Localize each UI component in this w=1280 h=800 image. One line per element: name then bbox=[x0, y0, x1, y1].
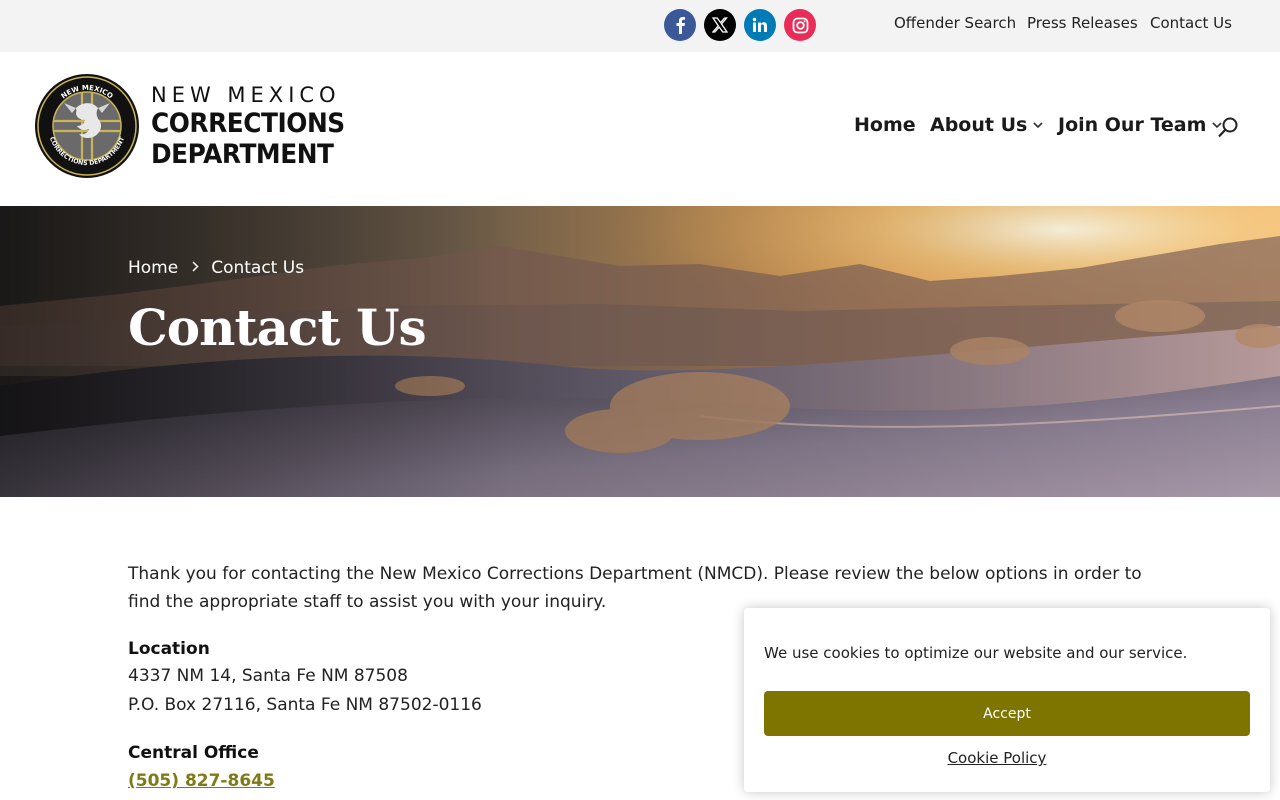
hero-banner: Home Contact Us Contact Us bbox=[0, 206, 1280, 497]
nav-join-our-team[interactable]: Join Our Team bbox=[1058, 114, 1222, 136]
nav-join-label: Join Our Team bbox=[1058, 114, 1207, 136]
logo-line-2: CORRECTIONS bbox=[151, 108, 345, 139]
breadcrumb-home-link[interactable]: Home bbox=[128, 258, 178, 278]
offender-search-link[interactable]: Offender Search bbox=[894, 14, 1016, 32]
nav-home-label: Home bbox=[854, 114, 916, 136]
logo-wordmark[interactable]: NEW MEXICO CORRECTIONS DEPARTMENT bbox=[151, 82, 362, 170]
breadcrumb-current: Contact Us bbox=[211, 258, 305, 278]
top-bar: Offender Search Press Releases Contact U… bbox=[0, 0, 1280, 52]
cookie-policy-link[interactable]: Cookie Policy bbox=[744, 749, 1250, 767]
logo-line-3: DEPARTMENT bbox=[151, 139, 334, 170]
press-releases-link[interactable]: Press Releases bbox=[1027, 14, 1138, 32]
facebook-icon[interactable] bbox=[664, 9, 696, 41]
cookie-accept-button[interactable]: Accept bbox=[764, 691, 1250, 736]
x-icon[interactable] bbox=[704, 9, 736, 41]
chevron-down-icon bbox=[1033, 118, 1043, 132]
nav-about-us[interactable]: About Us bbox=[930, 114, 1043, 136]
nav-home[interactable]: Home bbox=[854, 114, 916, 136]
chevron-right-icon bbox=[192, 260, 199, 276]
linkedin-icon[interactable] bbox=[744, 9, 776, 41]
breadcrumb: Home Contact Us bbox=[128, 258, 304, 278]
cookie-message: We use cookies to optimize our website a… bbox=[764, 644, 1188, 662]
cookie-consent-dialog: We use cookies to optimize our website a… bbox=[744, 608, 1270, 792]
logo-line-1: NEW MEXICO bbox=[151, 83, 341, 107]
page-title: Contact Us bbox=[128, 298, 427, 357]
site-header: NEW MEXICO CORRECTIONS DEPARTMENT NEW ME… bbox=[0, 52, 1280, 206]
search-icon[interactable] bbox=[1216, 116, 1240, 140]
nav-about-label: About Us bbox=[930, 114, 1028, 136]
instagram-icon[interactable] bbox=[784, 9, 816, 41]
nmcd-seal-logo[interactable]: NEW MEXICO CORRECTIONS DEPARTMENT bbox=[34, 73, 140, 179]
contact-us-link[interactable]: Contact Us bbox=[1150, 14, 1232, 32]
